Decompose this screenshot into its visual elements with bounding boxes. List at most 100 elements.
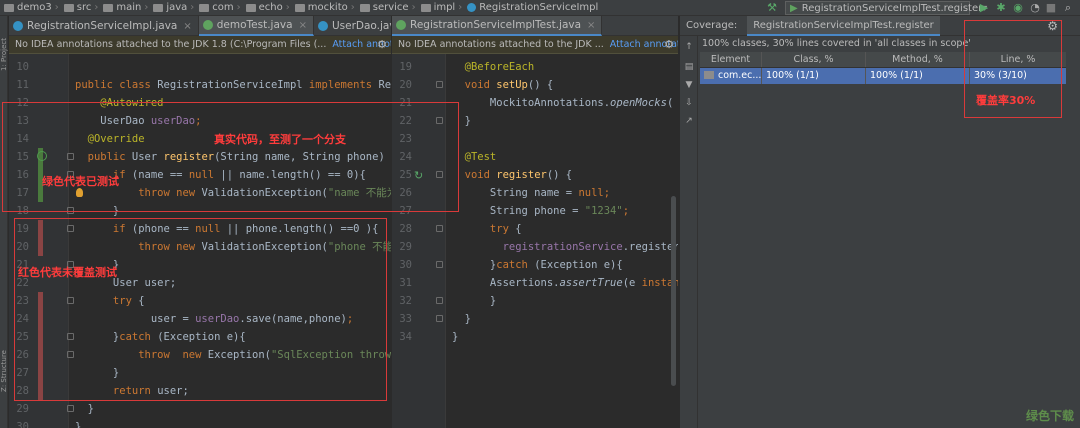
code-line[interactable]: }	[75, 202, 119, 220]
code-line[interactable]: try {	[75, 292, 145, 310]
run-test-gutter-icon[interactable]: ↻	[414, 169, 423, 182]
flatten-packages-icon[interactable]: ▤	[684, 62, 694, 72]
fold-marker-icon[interactable]	[67, 297, 74, 304]
column-header[interactable]: Element	[700, 52, 762, 67]
code-line[interactable]: @BeforeEach	[452, 58, 535, 76]
code-line[interactable]: if (phone == null || phone.length() ==0 …	[75, 220, 379, 238]
code-line[interactable]: void register() {	[452, 166, 573, 184]
breadcrumb-item[interactable]: com ›	[197, 2, 243, 13]
build-hammer-icon[interactable]: ⚒	[766, 2, 778, 14]
fold-marker-icon[interactable]	[436, 171, 443, 178]
fold-marker-icon[interactable]	[67, 405, 74, 412]
editor-scrollbar[interactable]	[671, 196, 676, 386]
code-line[interactable]: UserDao userDao;	[75, 112, 201, 130]
code-line[interactable]: @Test	[452, 148, 497, 166]
code-line[interactable]: }catch (Exception e){	[75, 328, 246, 346]
filter-icon[interactable]: ▼	[684, 80, 694, 90]
gear-icon[interactable]: ⚙	[664, 38, 674, 51]
breadcrumb-item[interactable]: java ›	[151, 2, 197, 13]
editor-tab[interactable]: RegistrationServiceImpl.java ×	[9, 16, 199, 36]
code-line[interactable]: MockitoAnnotations.openMocks( te	[452, 94, 678, 112]
gear-icon[interactable]: ⚙	[377, 38, 387, 51]
code-line[interactable]: String name = null;	[452, 184, 610, 202]
code-line[interactable]: public User register(String name, String…	[75, 148, 391, 166]
code-line[interactable]: }	[452, 310, 471, 328]
code-line[interactable]: }	[452, 292, 496, 310]
breadcrumb-item[interactable]: impl ›	[419, 2, 466, 13]
run-configuration-select[interactable]: ▶ RegistrationServiceImplTest.register ▾	[785, 1, 987, 15]
code-line[interactable]: }catch (Exception e){	[452, 256, 623, 274]
navigate-icon[interactable]: ↗	[684, 116, 694, 126]
code-line[interactable]: }	[75, 364, 119, 382]
fold-marker-icon[interactable]	[436, 225, 443, 232]
fold-marker-icon[interactable]	[436, 117, 443, 124]
folder-icon	[245, 3, 256, 12]
editor-tab[interactable]: demoTest.java ×	[198, 16, 314, 36]
column-header[interactable]: Class, %	[762, 52, 866, 67]
code-line[interactable]: }	[452, 328, 458, 346]
breadcrumb-item[interactable]: demo3 ›	[2, 2, 62, 13]
column-header[interactable]: Method, %	[866, 52, 970, 67]
editor-tab[interactable]: UserDao.java×	[314, 16, 391, 36]
table-row[interactable]: com.ec... 100% (1/1) 100% (1/1) 30% (3/10)	[700, 68, 1066, 84]
search-icon[interactable]: ⌕	[1062, 2, 1074, 14]
annotations-banner: No IDEA annotations attached to the JDK …	[9, 36, 391, 54]
code-line[interactable]: return user;	[75, 382, 189, 400]
breadcrumb-item[interactable]: service ›	[358, 2, 419, 13]
coverage-tab[interactable]: RegistrationServiceImplTest.register	[747, 15, 940, 36]
line-number: 19	[399, 61, 412, 73]
code-line[interactable]: user = userDao.save(name,phone);	[75, 310, 353, 328]
code-line[interactable]: throw new Exception("SqlException thrown…	[75, 346, 391, 364]
editor-tab[interactable]: RegistrationServiceImplTest.java ×	[392, 16, 603, 36]
code-token: void	[452, 169, 497, 181]
coverage-run-icon[interactable]: ◉	[1012, 2, 1024, 14]
code-line[interactable]: @Override	[75, 130, 145, 148]
fold-marker-icon[interactable]	[67, 153, 74, 160]
close-icon[interactable]: ×	[183, 21, 191, 32]
structure-tool-window-button[interactable]: Z: Structure	[0, 350, 8, 392]
code-token: .register(na	[622, 241, 678, 253]
code-line[interactable]: }	[75, 418, 81, 428]
export-icon[interactable]: ⇩	[684, 98, 694, 108]
code-line[interactable]: void setUp() {	[452, 76, 554, 94]
debug-icon[interactable]: ✱	[995, 2, 1007, 14]
code-line[interactable]: String phone = "1234";	[452, 202, 629, 220]
code-line[interactable]: Assertions.assertTrue(e instance	[452, 274, 678, 292]
column-header[interactable]: Line, %	[970, 52, 1066, 67]
stop-icon[interactable]: ■	[1045, 2, 1057, 14]
breadcrumb-item[interactable]: src ›	[62, 2, 102, 13]
run-icon[interactable]: ▶	[978, 2, 990, 14]
fold-marker-icon[interactable]	[67, 207, 74, 214]
fold-marker-icon[interactable]	[67, 351, 74, 358]
fold-marker-icon[interactable]	[436, 261, 443, 268]
code-line[interactable]: public class RegistrationServiceImpl imp…	[75, 76, 391, 94]
close-icon[interactable]: ×	[299, 20, 307, 31]
code-token: UserDao	[75, 115, 151, 127]
breadcrumb-item[interactable]: echo ›	[244, 2, 293, 13]
fold-marker-icon[interactable]	[436, 315, 443, 322]
code-line[interactable]: throw new ValidationException("phone 不能为…	[75, 238, 391, 256]
code-line[interactable]: }	[452, 112, 471, 130]
code-line[interactable]: }	[75, 400, 94, 418]
code-token: openMocks	[610, 97, 667, 109]
breadcrumb-label: service	[372, 2, 409, 13]
chevron-right-icon: ›	[190, 2, 195, 13]
close-icon[interactable]: ×	[587, 20, 595, 31]
code-line[interactable]: registrationService.register(na	[452, 238, 678, 256]
breadcrumb-item[interactable]: RegistrationServiceImpl	[465, 2, 598, 13]
arrow-up-icon[interactable]: ↑	[684, 42, 694, 52]
fold-marker-icon[interactable]	[67, 333, 74, 340]
fold-marker-icon[interactable]	[436, 297, 443, 304]
profile-icon[interactable]: ◔	[1029, 2, 1041, 14]
lightbulb-icon[interactable]	[76, 188, 83, 197]
code-line[interactable]: try {	[452, 220, 522, 238]
gear-icon[interactable]: ⚙	[1047, 19, 1058, 33]
code-line[interactable]: @Autowired	[75, 94, 163, 112]
code-line[interactable]: throw new ValidationException("name 不能为空	[75, 184, 391, 202]
breadcrumb-item[interactable]: main ›	[101, 2, 151, 13]
fold-marker-icon[interactable]	[67, 225, 74, 232]
project-tool-window-button[interactable]: 1: Project	[0, 38, 8, 71]
override-gutter-icon[interactable]	[37, 151, 47, 161]
breadcrumb-item[interactable]: mockito ›	[293, 2, 358, 13]
fold-marker-icon[interactable]	[436, 81, 443, 88]
